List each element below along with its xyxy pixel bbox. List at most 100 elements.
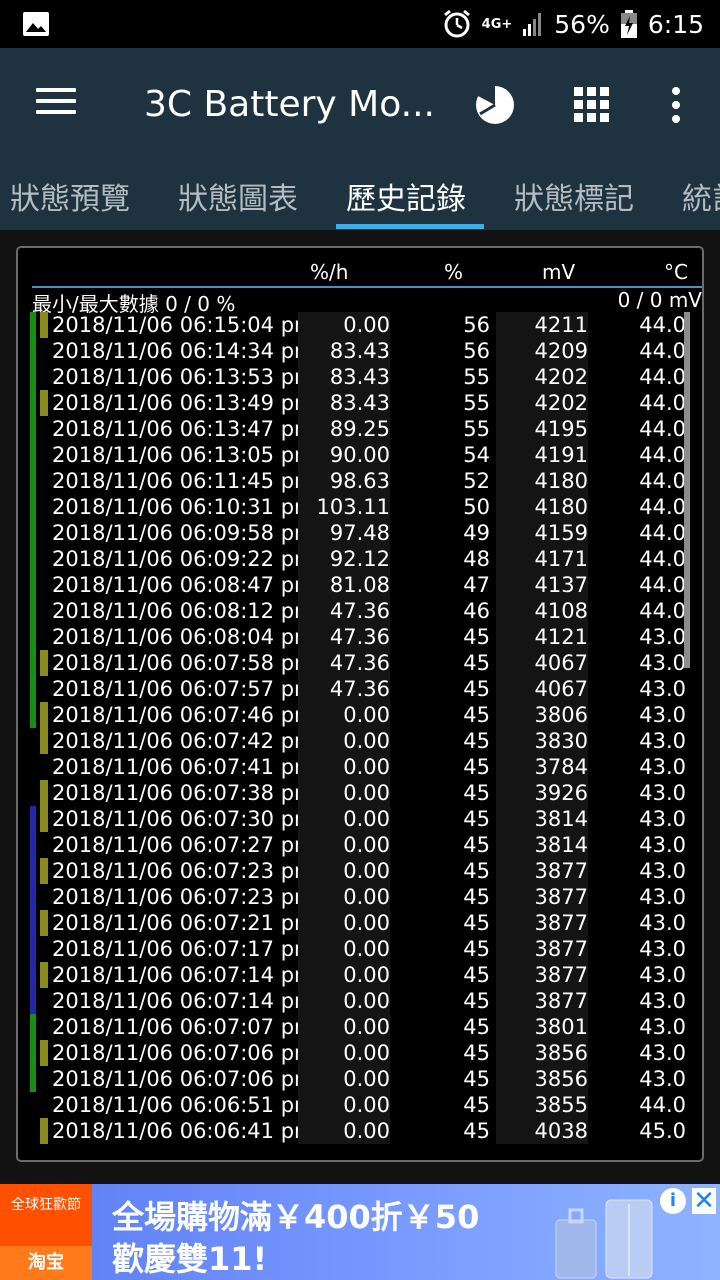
table-rows[interactable]: 2018/11/06 06:15:04 pm 0.00 56 4211 44.0 2018…	[18, 312, 702, 1152]
ad-logo-caption: 全球狂歡節	[11, 1197, 81, 1213]
marker-color-bar	[40, 442, 48, 468]
table-row: 2018/11/06 06:07:42 pm 0.00 45 3830 43.0	[18, 728, 702, 754]
cell-percent: 55	[463, 417, 490, 441]
ad-close-icon[interactable]: ✕	[692, 1188, 716, 1214]
status-color-bar	[30, 1118, 36, 1144]
cell-voltage: 3926	[496, 780, 588, 806]
tab-status-markers[interactable]: 狀態標記	[514, 174, 634, 218]
ad-info-icon[interactable]: i	[660, 1188, 686, 1214]
grid-view-icon[interactable]	[574, 87, 610, 123]
cell-temperature: 44.0	[639, 339, 686, 363]
cell-rate: 89.25	[298, 416, 390, 442]
table-row: 2018/11/06 06:13:49 pm 83.43 55 4202 44.0	[18, 390, 702, 416]
tab-status-chart[interactable]: 狀態圖表	[178, 174, 298, 218]
marker-color-bar	[40, 806, 48, 832]
cell-temperature: 43.0	[639, 859, 686, 883]
cell-rate: 0.00	[298, 312, 390, 338]
marker-color-bar	[40, 1014, 48, 1040]
cell-rate: 47.36	[298, 650, 390, 676]
table-row: 2018/11/06 06:13:47 pm 89.25 55 4195 44.0	[18, 416, 702, 442]
status-color-bar	[30, 1040, 36, 1066]
status-color-bar	[30, 442, 36, 468]
ad-subline: 歡慶雙11!	[112, 1240, 268, 1278]
cell-voltage: 4211	[496, 312, 588, 338]
cell-voltage: 4202	[496, 390, 588, 416]
cell-temperature: 44.0	[639, 417, 686, 441]
cell-temperature: 43.0	[639, 911, 686, 935]
cell-temperature: 43.0	[639, 1041, 686, 1065]
status-color-bar	[30, 598, 36, 624]
cell-voltage: 3877	[496, 988, 588, 1014]
pie-chart-icon[interactable]	[474, 84, 516, 126]
hamburger-menu-icon[interactable]	[36, 88, 76, 120]
cell-datetime: 2018/11/06 06:07:42 pm	[52, 729, 315, 753]
history-table[interactable]: %/h % mV °C 最小/最大數據 0 / 0 % 0 / 0 mV 201…	[16, 246, 704, 1162]
cell-percent: 56	[463, 339, 490, 363]
cell-datetime: 2018/11/06 06:11:45 pm	[52, 469, 315, 493]
table-row: 2018/11/06 06:09:22 pm 92.12 48 4171 44.0	[18, 546, 702, 572]
cell-datetime: 2018/11/06 06:15:04 pm	[52, 313, 315, 337]
cell-voltage: 4180	[496, 468, 588, 494]
cell-temperature: 43.0	[639, 677, 686, 701]
marker-color-bar	[40, 962, 48, 988]
tab-status-overview[interactable]: 狀態預覽	[10, 174, 130, 218]
cell-rate: 0.00	[298, 702, 390, 728]
marker-color-bar	[40, 884, 48, 910]
cell-datetime: 2018/11/06 06:07:06 pm	[52, 1041, 315, 1065]
tab-history[interactable]: 歷史記錄	[346, 174, 466, 218]
cell-temperature: 44.0	[639, 443, 686, 467]
status-color-bar	[30, 624, 36, 650]
cell-datetime: 2018/11/06 06:13:53 pm	[52, 365, 315, 389]
cell-rate: 47.36	[298, 624, 390, 650]
cell-temperature: 44.0	[639, 573, 686, 597]
cell-voltage: 3877	[496, 910, 588, 936]
ad-headline: 全場購物滿￥400折￥50	[112, 1198, 480, 1236]
table-row: 2018/11/06 06:07:14 pm 0.00 45 3877 43.0	[18, 988, 702, 1014]
more-options-icon[interactable]	[670, 86, 682, 124]
status-color-bar	[30, 858, 36, 884]
table-row: 2018/11/06 06:07:06 pm 0.00 45 3856 43.0	[18, 1040, 702, 1066]
status-color-bar	[30, 1066, 36, 1092]
status-color-bar	[30, 936, 36, 962]
table-row: 2018/11/06 06:13:53 pm 83.43 55 4202 44.0	[18, 364, 702, 390]
cell-datetime: 2018/11/06 06:07:27 pm	[52, 833, 315, 857]
status-color-bar	[30, 312, 36, 338]
table-row: 2018/11/06 06:08:04 pm 47.36 45 4121 43.0	[18, 624, 702, 650]
cell-temperature: 44.0	[639, 391, 686, 415]
cell-temperature: 43.0	[639, 755, 686, 779]
cell-voltage: 4137	[496, 572, 588, 598]
cell-percent: 45	[463, 729, 490, 753]
cell-voltage: 4121	[496, 624, 588, 650]
battery-percent: 56%	[554, 9, 610, 39]
status-color-bar	[30, 364, 36, 390]
cell-voltage: 3877	[496, 962, 588, 988]
cell-rate: 92.12	[298, 546, 390, 572]
cell-datetime: 2018/11/06 06:07:23 pm	[52, 859, 315, 883]
tab-statistics[interactable]: 統計	[682, 174, 720, 218]
cell-datetime: 2018/11/06 06:06:51 pm	[52, 1093, 315, 1117]
cell-percent: 45	[463, 963, 490, 987]
cell-percent: 45	[463, 677, 490, 701]
table-row: 2018/11/06 06:08:47 pm 81.08 47 4137 44.0	[18, 572, 702, 598]
marker-color-bar	[40, 936, 48, 962]
ad-banner[interactable]: 全球狂歡節 淘宝 全場購物滿￥400折￥50 歡慶雙11! i ✕	[0, 1184, 720, 1280]
cell-voltage: 3877	[496, 884, 588, 910]
scrollbar[interactable]	[684, 312, 690, 668]
signal-icon	[523, 13, 542, 36]
cell-datetime: 2018/11/06 06:13:05 pm	[52, 443, 315, 467]
marker-color-bar	[40, 546, 48, 572]
cell-percent: 55	[463, 365, 490, 389]
marker-color-bar	[40, 1066, 48, 1092]
cell-rate: 103.11	[298, 494, 390, 520]
cell-datetime: 2018/11/06 06:08:04 pm	[52, 625, 315, 649]
tab-bar: 狀態預覽 狀態圖表 歷史記錄 狀態標記 統計	[0, 160, 720, 230]
cell-voltage: 3856	[496, 1040, 588, 1066]
cell-datetime: 2018/11/06 06:07:30 pm	[52, 807, 315, 831]
status-color-bar	[30, 1092, 36, 1118]
cell-datetime: 2018/11/06 06:13:47 pm	[52, 417, 315, 441]
cell-rate: 0.00	[298, 1040, 390, 1066]
cell-datetime: 2018/11/06 06:14:34 pm	[52, 339, 315, 363]
cell-voltage: 4108	[496, 598, 588, 624]
cell-rate: 0.00	[298, 780, 390, 806]
cell-rate: 0.00	[298, 988, 390, 1014]
